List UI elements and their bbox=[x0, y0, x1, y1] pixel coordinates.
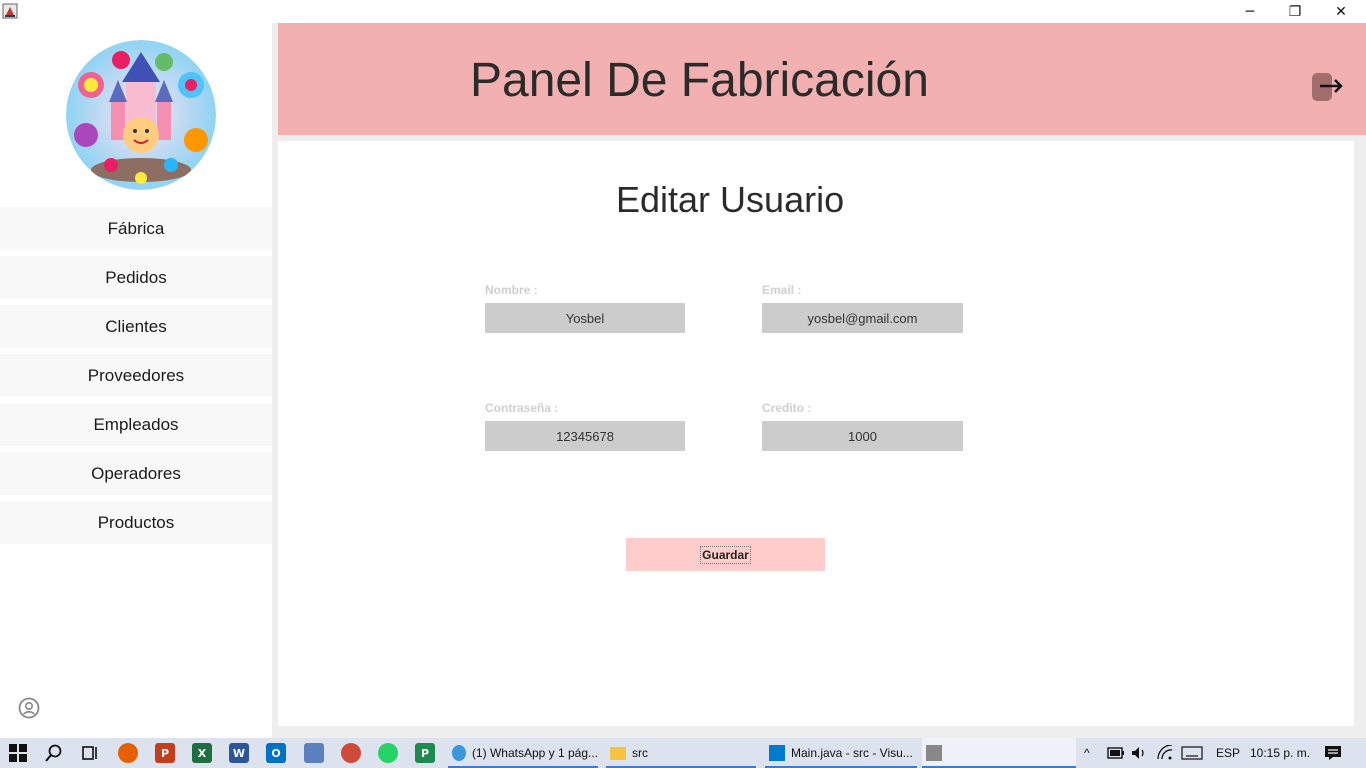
task-java-app[interactable] bbox=[922, 738, 1076, 768]
task-vscode[interactable]: Main.java - src - Visu... bbox=[765, 738, 917, 768]
task-whatsapp-browser[interactable]: (1) WhatsApp y 1 pág... bbox=[448, 738, 598, 768]
keyboard-icon[interactable] bbox=[1181, 746, 1203, 760]
tray-chevron-icon[interactable]: ^ bbox=[1084, 738, 1090, 768]
powerpoint-icon[interactable]: P bbox=[155, 743, 175, 763]
notifications-icon[interactable] bbox=[1324, 745, 1342, 761]
vscode-icon bbox=[769, 745, 785, 761]
window-titlebar: ─ ❐ ✕ bbox=[0, 0, 1366, 23]
logout-icon[interactable] bbox=[1310, 71, 1344, 103]
outlook-icon[interactable]: O bbox=[266, 743, 286, 763]
project-icon[interactable]: P bbox=[415, 743, 435, 763]
sidebar-item-pedidos[interactable]: Pedidos bbox=[0, 256, 272, 299]
edge-icon bbox=[452, 745, 466, 761]
candy-castle-logo bbox=[66, 40, 216, 190]
task-label: (1) WhatsApp y 1 pág... bbox=[471, 746, 598, 760]
page-title: Panel De Fabricación bbox=[470, 54, 929, 107]
close-button[interactable]: ✕ bbox=[1318, 0, 1364, 23]
sidebar-item-productos[interactable]: Productos bbox=[0, 501, 272, 544]
credito-label: Credito : bbox=[762, 401, 812, 415]
excel-icon[interactable]: X bbox=[192, 743, 212, 763]
search-icon[interactable] bbox=[44, 743, 64, 763]
sidebar-item-operadores[interactable]: Operadores bbox=[0, 452, 272, 495]
word-icon[interactable]: W bbox=[229, 743, 249, 763]
user-profile-icon[interactable] bbox=[18, 697, 40, 719]
taskbar: P X W O P (1) WhatsApp y 1 pág... src Ma… bbox=[0, 738, 1366, 768]
email-label: Email : bbox=[762, 283, 802, 297]
sidebar-nav: Fábrica Pedidos Clientes Proveedores Emp… bbox=[0, 207, 272, 550]
firefox-icon[interactable] bbox=[118, 743, 138, 763]
language-indicator[interactable]: ESP bbox=[1216, 738, 1240, 768]
sidebar-item-fabrica[interactable]: Fábrica bbox=[0, 207, 272, 250]
folder-icon bbox=[610, 746, 626, 760]
edit-user-panel: Editar Usuario Nombre : Email : Contrase… bbox=[278, 141, 1354, 726]
header-bar: Panel De Fabricación bbox=[278, 23, 1366, 135]
whatsapp-icon[interactable] bbox=[378, 743, 398, 763]
task-label: src bbox=[632, 746, 648, 760]
windows-start-icon[interactable] bbox=[8, 743, 28, 763]
minimize-button[interactable]: ─ bbox=[1227, 0, 1273, 23]
nombre-label: Nombre : bbox=[485, 283, 538, 297]
sidebar-item-empleados[interactable]: Empleados bbox=[0, 403, 272, 446]
java-app-icon bbox=[926, 745, 942, 761]
task-view-icon[interactable] bbox=[80, 743, 100, 763]
sidebar-item-clientes[interactable]: Clientes bbox=[0, 305, 272, 348]
task-src-folder[interactable]: src bbox=[606, 738, 756, 768]
password-field[interactable] bbox=[485, 421, 685, 451]
debian-icon[interactable] bbox=[341, 743, 361, 763]
battery-icon[interactable] bbox=[1107, 747, 1125, 759]
task-label: Main.java - src - Visu... bbox=[791, 746, 913, 760]
form-title: Editar Usuario bbox=[616, 179, 845, 220]
credito-field[interactable] bbox=[762, 421, 963, 451]
sidebar-item-proveedores[interactable]: Proveedores bbox=[0, 354, 272, 397]
email-field[interactable] bbox=[762, 303, 963, 333]
save-button-label: Guardar bbox=[700, 545, 751, 564]
nombre-field[interactable] bbox=[485, 303, 685, 333]
volume-icon[interactable] bbox=[1130, 745, 1148, 761]
virtualbox-icon[interactable] bbox=[304, 743, 324, 763]
sidebar: Fábrica Pedidos Clientes Proveedores Emp… bbox=[0, 23, 272, 738]
wifi-icon[interactable] bbox=[1156, 745, 1174, 761]
password-label: Contraseña : bbox=[485, 401, 559, 415]
clock[interactable]: 10:15 p. m. bbox=[1250, 738, 1310, 768]
save-button[interactable]: Guardar bbox=[626, 538, 825, 571]
restore-button[interactable]: ❐ bbox=[1272, 0, 1318, 23]
java-app-icon bbox=[2, 3, 18, 19]
